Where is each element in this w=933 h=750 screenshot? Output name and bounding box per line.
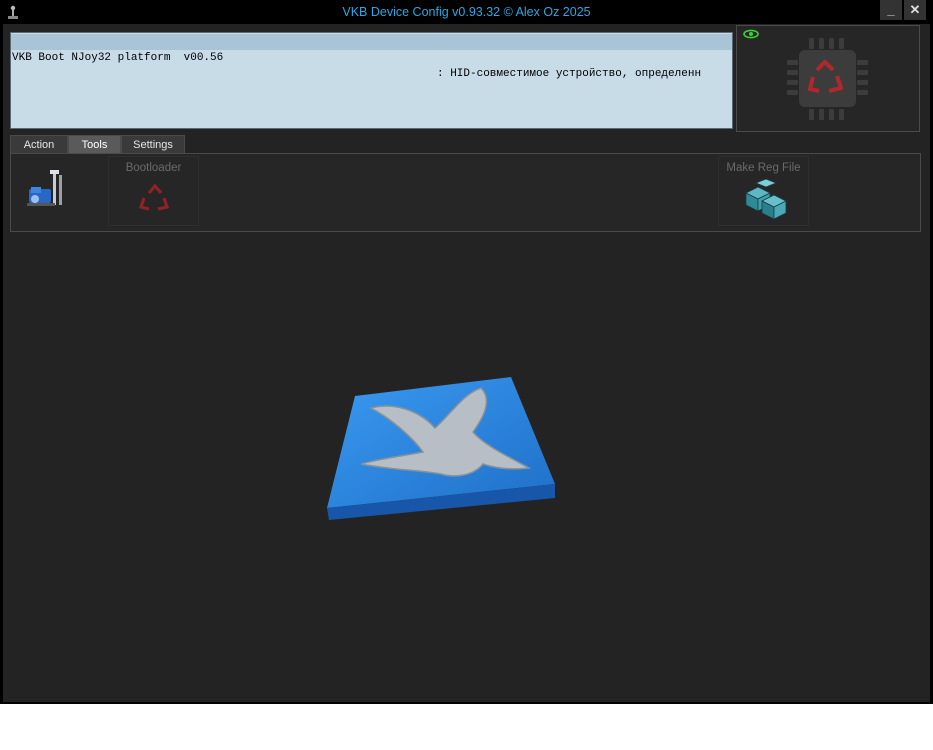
device-console[interactable]: VKB Boot NJoy32 platform v00.56 : HID-со… bbox=[10, 32, 733, 129]
recycle-icon bbox=[138, 183, 170, 211]
minimize-button[interactable]: _ bbox=[880, 0, 902, 20]
chip-icon bbox=[787, 38, 868, 120]
device-line-name: VKB Boot NJoy32 platform v00.56 bbox=[12, 52, 224, 64]
bootloader-label: Bootloader bbox=[125, 162, 182, 174]
window-title: VKB Device Config v0.93.32 © Alex Oz 202… bbox=[342, 5, 591, 19]
close-button[interactable]: ✕ bbox=[904, 0, 926, 20]
main-area: VKB Boot NJoy32 platform v00.56 : HID-со… bbox=[3, 24, 930, 702]
device-line[interactable]: VKB Boot NJoy32 platform v00.56 : HID-со… bbox=[11, 34, 732, 80]
app-window: VKB Device Config v0.93.32 © Alex Oz 202… bbox=[0, 0, 933, 704]
tools-button[interactable] bbox=[16, 156, 78, 226]
tab-action[interactable]: Action bbox=[10, 135, 68, 154]
tools-icon bbox=[27, 170, 62, 206]
tab-settings[interactable]: Settings bbox=[121, 135, 185, 154]
registry-cubes-icon bbox=[745, 179, 787, 220]
tab-tools[interactable]: Tools bbox=[68, 135, 121, 154]
device-line-description: : HID-совместимое устройство, определенн bbox=[437, 68, 702, 80]
bootloader-button[interactable]: Bootloader bbox=[108, 156, 199, 226]
eye-icon bbox=[743, 29, 759, 39]
title-bar[interactable]: VKB Device Config v0.93.32 © Alex Oz 202… bbox=[0, 0, 933, 24]
vkb-eagle-logo bbox=[327, 377, 555, 520]
tools-panel: Bootloader Make Reg File bbox=[10, 153, 921, 232]
make-reg-file-button[interactable]: Make Reg File bbox=[718, 156, 809, 226]
device-status-panel bbox=[736, 25, 920, 132]
make-reg-file-label: Make Reg File bbox=[726, 162, 801, 174]
